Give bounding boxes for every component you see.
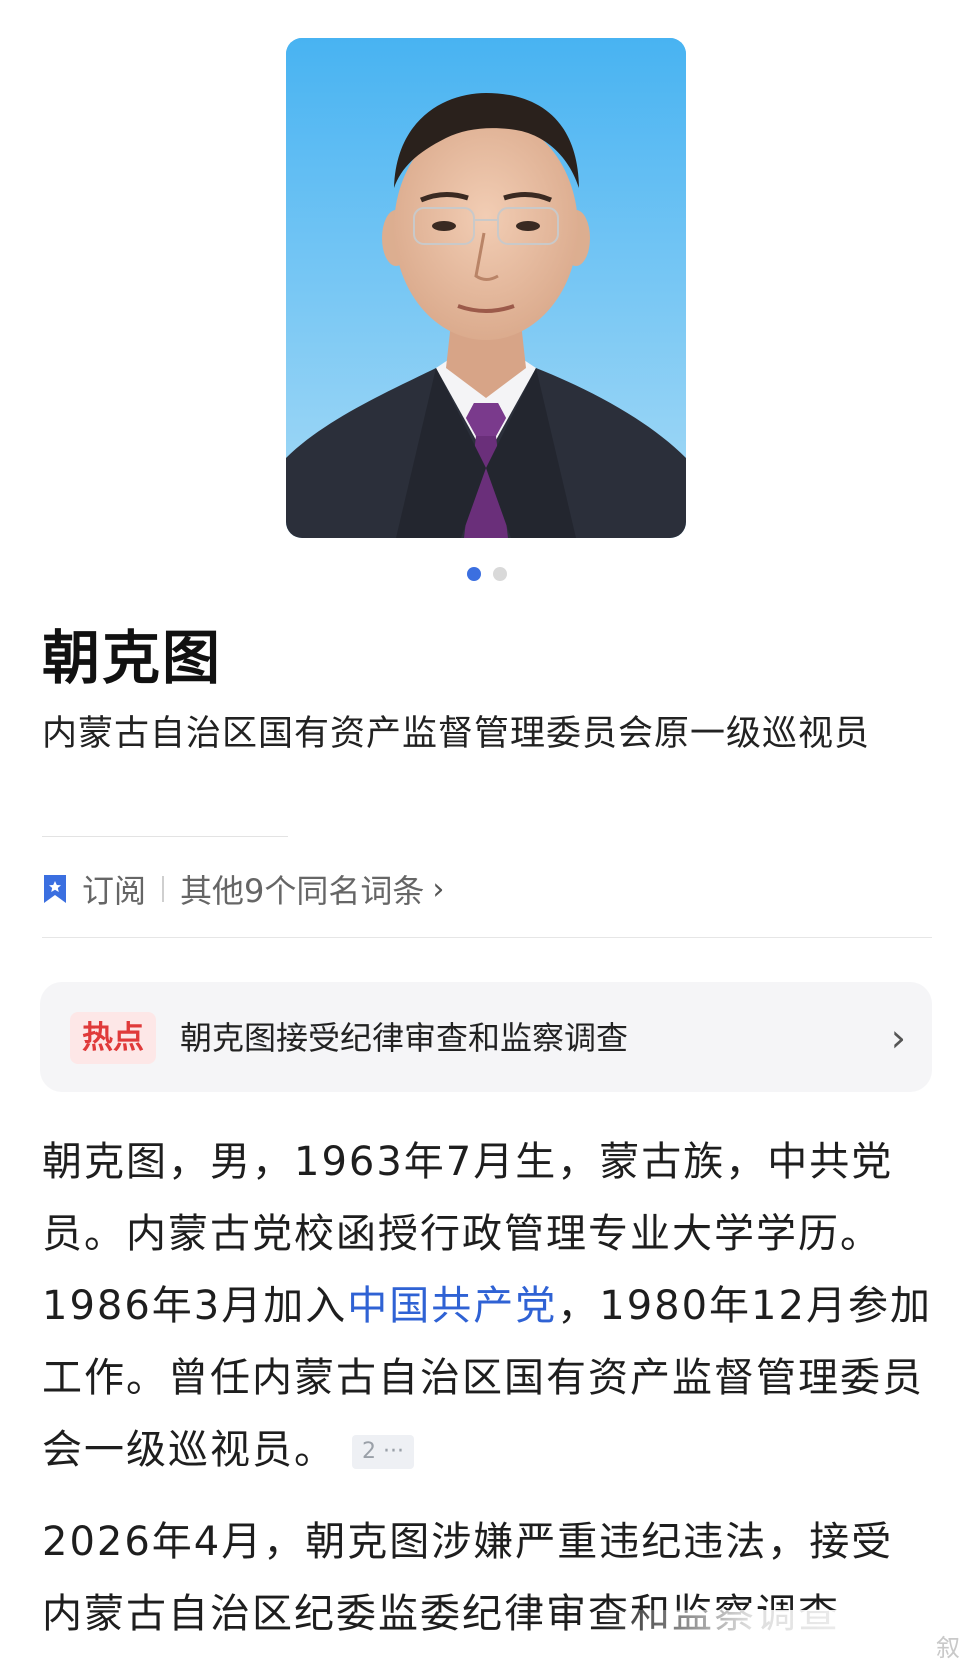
hot-badge: 热点 xyxy=(70,1012,156,1064)
entry-title: 朝克图 xyxy=(42,624,223,692)
divider xyxy=(42,836,288,837)
bottom-fade xyxy=(600,1610,974,1664)
portrait-photo[interactable] xyxy=(286,38,686,538)
separator xyxy=(162,876,165,902)
carousel-dot[interactable] xyxy=(493,567,507,581)
bookmark-icon[interactable] xyxy=(42,873,68,905)
same-name-entries-link[interactable]: 其他9个同名词条 xyxy=(180,866,424,912)
baike-entry-page: 朝克图 内蒙古自治区国有资产监督管理委员会原一级巡视员 订阅 其他9个同名词条 … xyxy=(0,0,974,1664)
portrait-illustration xyxy=(286,38,686,538)
carousel-dot-active[interactable] xyxy=(467,567,481,581)
divider xyxy=(42,937,932,938)
watermark-text: 叙 xyxy=(936,1634,960,1662)
chevron-right-icon: › xyxy=(890,1016,906,1060)
carousel-indicator xyxy=(0,567,974,583)
subscribe-button[interactable]: 订阅 xyxy=(82,866,146,912)
cpc-link[interactable]: 中国共产党 xyxy=(347,1283,557,1329)
entry-subtitle: 内蒙古自治区国有资产监督管理委员会原一级巡视员 xyxy=(42,714,871,754)
hot-news-text: 朝克图接受纪律审查和监察调查 xyxy=(180,1019,629,1057)
action-row: 订阅 其他9个同名词条 › xyxy=(42,864,444,914)
reference-badge[interactable]: 2 ··· xyxy=(352,1435,414,1469)
chevron-right-icon: › xyxy=(432,871,445,907)
summary-paragraph: 朝克图，男，1963年7月生，蒙古族，中共党员。内蒙古党校函授行政管理专业大学学… xyxy=(42,1126,934,1486)
hot-news-card[interactable]: 热点 朝克图接受纪律审查和监察调查 › xyxy=(40,982,932,1092)
